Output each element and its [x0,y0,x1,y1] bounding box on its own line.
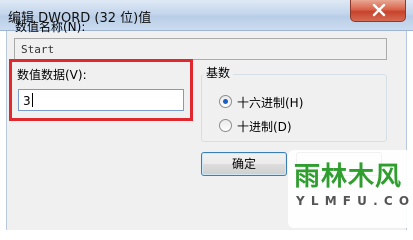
text-caret [31,93,33,107]
base-group-title: 基数 [203,64,234,81]
radio-selected-dot [223,99,228,104]
watermark-sub-text: Y L M F U . C O M [296,194,413,208]
radio-hex[interactable] [219,95,232,108]
value-data-label: 数值数据(V): [17,68,87,82]
value-data-input[interactable]: 3 [18,89,184,111]
watermark-logo: 雨林木风 Y L M F U . C O M [288,150,413,228]
radio-decimal[interactable] [219,119,232,132]
value-name-label: 数值名称(N): [15,20,86,34]
radio-hex-label[interactable]: 十六进制(H) [237,94,303,111]
value-name-field: Start [14,38,387,60]
watermark-main-text: 雨林木风 [294,162,403,192]
close-icon [372,4,386,17]
value-data-text: 3 [23,94,31,108]
radio-decimal-label[interactable]: 十进制(D) [237,118,292,135]
close-button[interactable] [350,0,406,22]
ok-button[interactable]: 确定 [201,152,287,176]
